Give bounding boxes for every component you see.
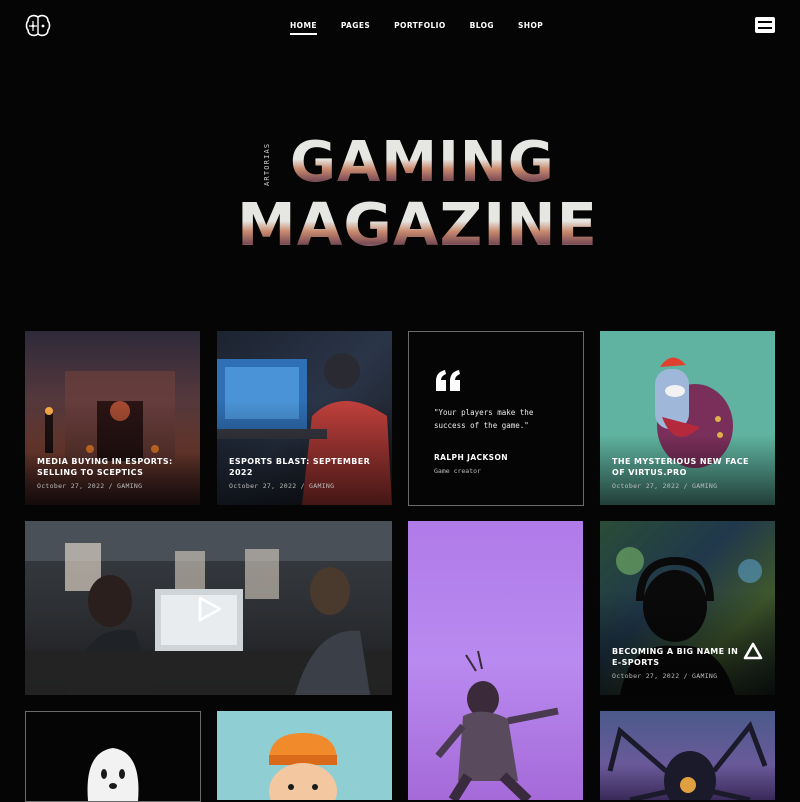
video-card-office[interactable]	[25, 521, 392, 695]
quote-card: "Your players make the success of the ga…	[408, 331, 584, 506]
card-title[interactable]: THE MYSTERIOUS NEW FACE OF VIRTUS.PRO	[612, 456, 763, 478]
post-card-esports-blast[interactable]: ESPORTS BLAST: SEPTEMBER 2022 October 27…	[217, 331, 392, 505]
hero-title-line2: MAGAZINE	[237, 190, 598, 259]
nav-shop[interactable]: SHOP	[518, 21, 543, 31]
quote-text: "Your players make the success of the ga…	[434, 408, 534, 430]
nav-blog[interactable]: BLOG	[470, 21, 494, 31]
nav-pages[interactable]: PAGES	[341, 21, 370, 31]
card-title[interactable]: ESPORTS BLAST: SEPTEMBER 2022	[229, 456, 380, 478]
card-image	[607, 721, 768, 800]
card-meta: October 27, 2022 / GAMING	[612, 672, 718, 680]
nav-portfolio[interactable]: PORTFOLIO	[394, 21, 445, 31]
menu-icon[interactable]	[755, 17, 775, 33]
post-card-purple-character[interactable]	[408, 521, 583, 800]
nav-home[interactable]: HOME	[290, 21, 317, 35]
card-title[interactable]: MEDIA BUYING IN ESPORTS: SELLING TO SCEP…	[37, 456, 188, 478]
play-icon[interactable]	[743, 642, 763, 660]
card-meta: October 27, 2022 / GAMING	[612, 482, 718, 490]
post-card-beanie-character[interactable]	[217, 711, 392, 800]
post-card-spider-creature[interactable]	[600, 711, 775, 800]
quote-role: Game creator	[434, 467, 481, 475]
card-image	[87, 748, 139, 801]
card-image	[269, 733, 337, 800]
post-card-ghost[interactable]	[25, 711, 201, 802]
quote-icon	[436, 370, 460, 391]
card-meta: October 27, 2022 / GAMING	[37, 482, 143, 490]
hero-title-line1: GAMING	[290, 130, 555, 195]
card-image	[435, 650, 559, 800]
play-icon[interactable]	[196, 596, 222, 622]
post-card-big-name-esports[interactable]: BECOMING A BIG NAME IN E-SPORTS October …	[600, 521, 775, 695]
brain-logo-icon[interactable]	[25, 14, 51, 38]
card-meta: October 27, 2022 / GAMING	[229, 482, 335, 490]
hero-side-label: ARTORIAS	[263, 142, 271, 186]
post-card-media-buying[interactable]: MEDIA BUYING IN ESPORTS: SELLING TO SCEP…	[25, 331, 200, 505]
main-nav: HOME PAGES PORTFOLIO BLOG SHOP	[290, 21, 567, 35]
card-title[interactable]: BECOMING A BIG NAME IN E-SPORTS	[612, 646, 739, 668]
post-card-virtus-pro[interactable]: THE MYSTERIOUS NEW FACE OF VIRTUS.PRO Oc…	[600, 331, 775, 505]
quote-author: RALPH JACKSON	[434, 453, 508, 462]
